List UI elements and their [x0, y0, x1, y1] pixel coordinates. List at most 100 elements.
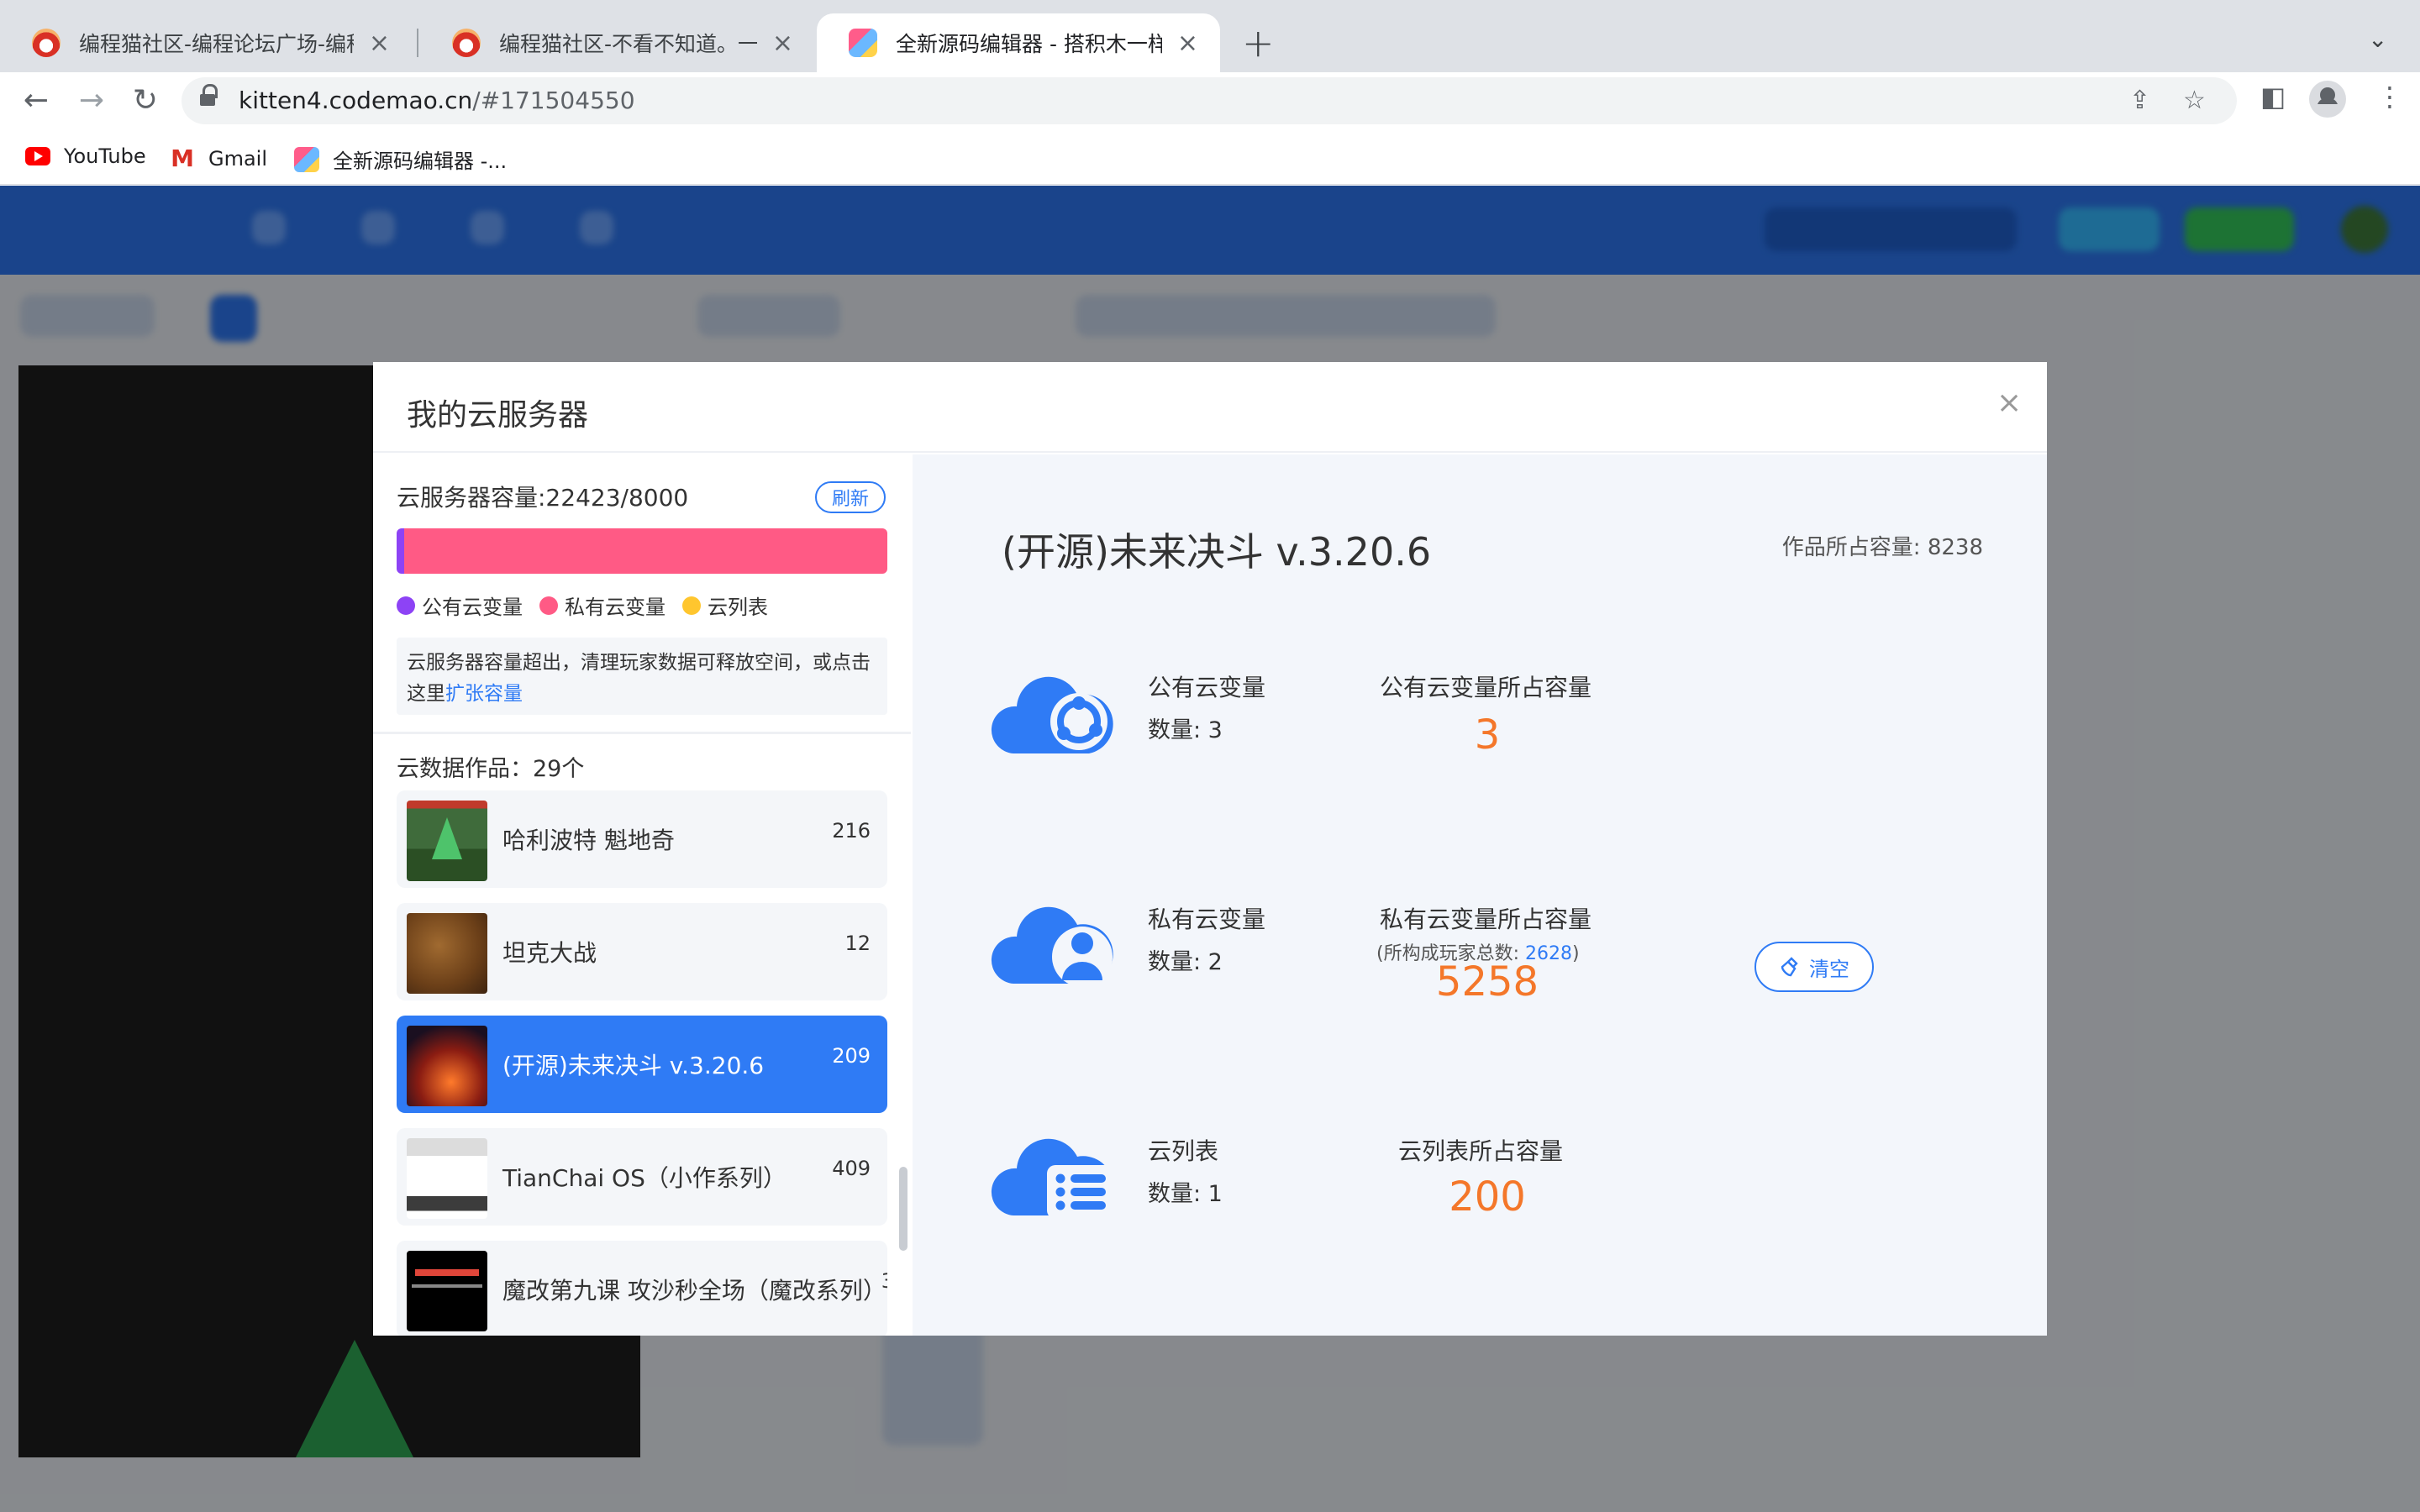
- bookmark-kitten-editor[interactable]: 全新源码编辑器 -...: [294, 144, 507, 174]
- list-capacity-label: 云列表所占容量: [1398, 1137, 1564, 1165]
- works-list-scrollbar[interactable]: [899, 1167, 908, 1251]
- bookmark-youtube[interactable]: YouTube: [25, 144, 146, 168]
- work-thumbnail: [407, 1251, 487, 1331]
- work-size: 216: [832, 819, 871, 843]
- browser-tab-1[interactable]: 编程猫社区-编程论坛广场-编程学 ×: [0, 13, 412, 72]
- bookmark-star-icon[interactable]: ☆: [2183, 86, 2206, 115]
- work-detail-pane: (开源)未来决斗 v.3.20.6 作品所占容量: 8238 公有云变量 数量:…: [913, 454, 2047, 1336]
- bookmark-gmail[interactable]: M Gmail: [170, 144, 267, 172]
- legend-item-list: 云列表: [682, 591, 768, 620]
- kitten-icon: [294, 146, 319, 172]
- list-capacity-value: 200: [1449, 1173, 1526, 1221]
- capacity-warning: 云服务器容量超出，清理玩家数据可释放空间，或点击这里扩张容量: [397, 638, 887, 715]
- tab-title: 全新源码编辑器 - 搭积木一样有趣: [896, 32, 1162, 56]
- works-list: 哈利波特 魁地奇 216 坦克大战 12 (开源)未来决斗 v.3.20.6 2…: [397, 790, 887, 1336]
- expand-capacity-link[interactable]: 扩张容量: [445, 683, 523, 705]
- capacity-bar-public-fill: [397, 528, 404, 574]
- tab-search-chevron-icon[interactable]: ⌄: [2368, 25, 2387, 53]
- list-item-selected[interactable]: (开源)未来决斗 v.3.20.6 209: [397, 1016, 887, 1113]
- kitten-favicon-icon: [849, 29, 877, 57]
- tab-separator: [417, 29, 418, 57]
- work-size: 12: [844, 932, 871, 955]
- work-name: 魔改第九课 攻沙秒全场（魔改系列）: [502, 1277, 886, 1305]
- lock-icon[interactable]: [200, 84, 218, 109]
- private-capacity-value: 5258: [1435, 958, 1539, 1005]
- cloud-list-icon: [991, 1138, 1114, 1219]
- public-variable-count: 数量: 3: [1148, 717, 1223, 743]
- work-thumbnail: [407, 1138, 487, 1219]
- legend-label: 云列表: [708, 596, 768, 619]
- url-text[interactable]: kitten4.codemao.cn/#171504550: [239, 87, 635, 114]
- close-tab-icon[interactable]: ×: [1177, 29, 1198, 58]
- list-item[interactable]: 哈利波特 魁地奇 216: [397, 790, 887, 888]
- close-tab-icon[interactable]: ×: [772, 29, 793, 58]
- capacity-legend: 公有云变量 私有云变量 云列表: [397, 591, 768, 620]
- legend-item-public: 公有云变量: [397, 591, 523, 620]
- clear-private-data-button[interactable]: 清空: [1754, 942, 1874, 992]
- legend-label: 公有云变量: [422, 596, 523, 619]
- cloud-list-name: 云列表: [1148, 1137, 1219, 1165]
- tab-title: 编程猫社区-编程论坛广场-编程学: [79, 32, 354, 56]
- kebab-menu-icon[interactable]: ⋮: [2376, 81, 2403, 113]
- works-count-title: 云数据作品：29个: [397, 756, 585, 782]
- youtube-icon: [25, 147, 50, 165]
- refresh-button[interactable]: 刷新: [815, 481, 886, 513]
- clear-button-label: 清空: [1809, 957, 1849, 981]
- legend-item-private: 私有云变量: [539, 591, 666, 620]
- work-size: 209: [832, 1044, 871, 1068]
- browser-tab-3-active[interactable]: 全新源码编辑器 - 搭积木一样有趣 ×: [817, 13, 1220, 72]
- work-detail-title: (开源)未来决斗 v.3.20.6: [1002, 529, 1432, 575]
- private-capacity-label: 私有云变量所占容量: [1380, 906, 1592, 933]
- public-variable-name: 公有云变量: [1148, 674, 1266, 701]
- forward-arrow-icon[interactable]: →: [71, 79, 113, 121]
- public-capacity-label: 公有云变量所占容量: [1380, 674, 1592, 701]
- back-arrow-icon[interactable]: ←: [15, 79, 57, 121]
- private-variable-name: 私有云变量: [1148, 906, 1266, 933]
- capacity-bar-private-fill: [404, 528, 887, 574]
- work-name: 哈利波特 魁地奇: [502, 827, 675, 854]
- reload-icon[interactable]: ↻: [124, 79, 166, 121]
- legend-dot: [397, 596, 415, 615]
- capacity-label: 云服务器容量:22423/8000: [397, 484, 689, 512]
- legend-dot: [539, 596, 558, 615]
- list-item[interactable]: TianChai OS（小作系列） 409: [397, 1128, 887, 1226]
- codemao-favicon-icon: [32, 29, 60, 57]
- work-name: TianChai OS（小作系列）: [502, 1164, 786, 1192]
- tab-title: 编程猫社区-不看不知道。一看吓: [499, 32, 757, 56]
- work-name: (开源)未来决斗 v.3.20.6: [502, 1052, 765, 1079]
- legend-label: 私有云变量: [565, 596, 666, 619]
- broom-icon: [1781, 957, 1798, 977]
- list-item[interactable]: 魔改第九课 攻沙秒全场（魔改系列） 3: [397, 1241, 887, 1336]
- side-panel-icon[interactable]: ◧: [2260, 81, 2286, 113]
- new-tab-icon[interactable]: +: [1242, 20, 1275, 66]
- modal-title: 我的云服务器: [407, 398, 589, 433]
- close-icon[interactable]: ×: [1996, 386, 2022, 420]
- public-capacity-value: 3: [1474, 711, 1501, 759]
- capacity-bar: [397, 528, 887, 574]
- public-cloud-variable-icon: [991, 676, 1113, 753]
- divider: [373, 732, 911, 734]
- private-variable-count: 数量: 2: [1148, 949, 1223, 975]
- work-size: 409: [832, 1157, 871, 1180]
- work-size: 3: [881, 1269, 887, 1293]
- share-icon[interactable]: ⇪: [2129, 86, 2150, 115]
- legend-dot: [682, 596, 701, 615]
- list-item[interactable]: 坦克大战 12: [397, 903, 887, 1000]
- profile-avatar-icon[interactable]: [2309, 81, 2346, 118]
- work-thumbnail: [407, 1026, 487, 1106]
- work-thumbnail: [407, 913, 487, 994]
- private-cloud-variable-icon: [991, 906, 1113, 987]
- address-bar[interactable]: kitten4.codemao.cn/#171504550 ⇪ ☆: [182, 77, 2237, 124]
- close-tab-icon[interactable]: ×: [369, 29, 390, 58]
- browser-toolbar: ← → ↻ kitten4.codemao.cn/#171504550 ⇪ ☆ …: [0, 72, 2420, 129]
- capacity-pane: 云服务器容量:22423/8000 刷新 公有云变量 私有云变量 云列表 云服务…: [373, 454, 911, 1336]
- browser-tab-2[interactable]: 编程猫社区-不看不知道。一看吓 ×: [420, 13, 815, 72]
- bookmarks-bar: YouTube M Gmail 全新源码编辑器 -...: [0, 129, 2420, 185]
- bookmark-label: Gmail: [208, 146, 268, 171]
- work-total-capacity: 作品所占容量: 8238: [1781, 535, 1983, 560]
- work-name: 坦克大战: [502, 939, 597, 967]
- work-thumbnail: [407, 801, 487, 881]
- codemao-favicon-icon: [452, 29, 481, 57]
- bookmark-label: YouTube: [64, 144, 146, 168]
- bookmark-label: 全新源码编辑器 -...: [333, 150, 508, 173]
